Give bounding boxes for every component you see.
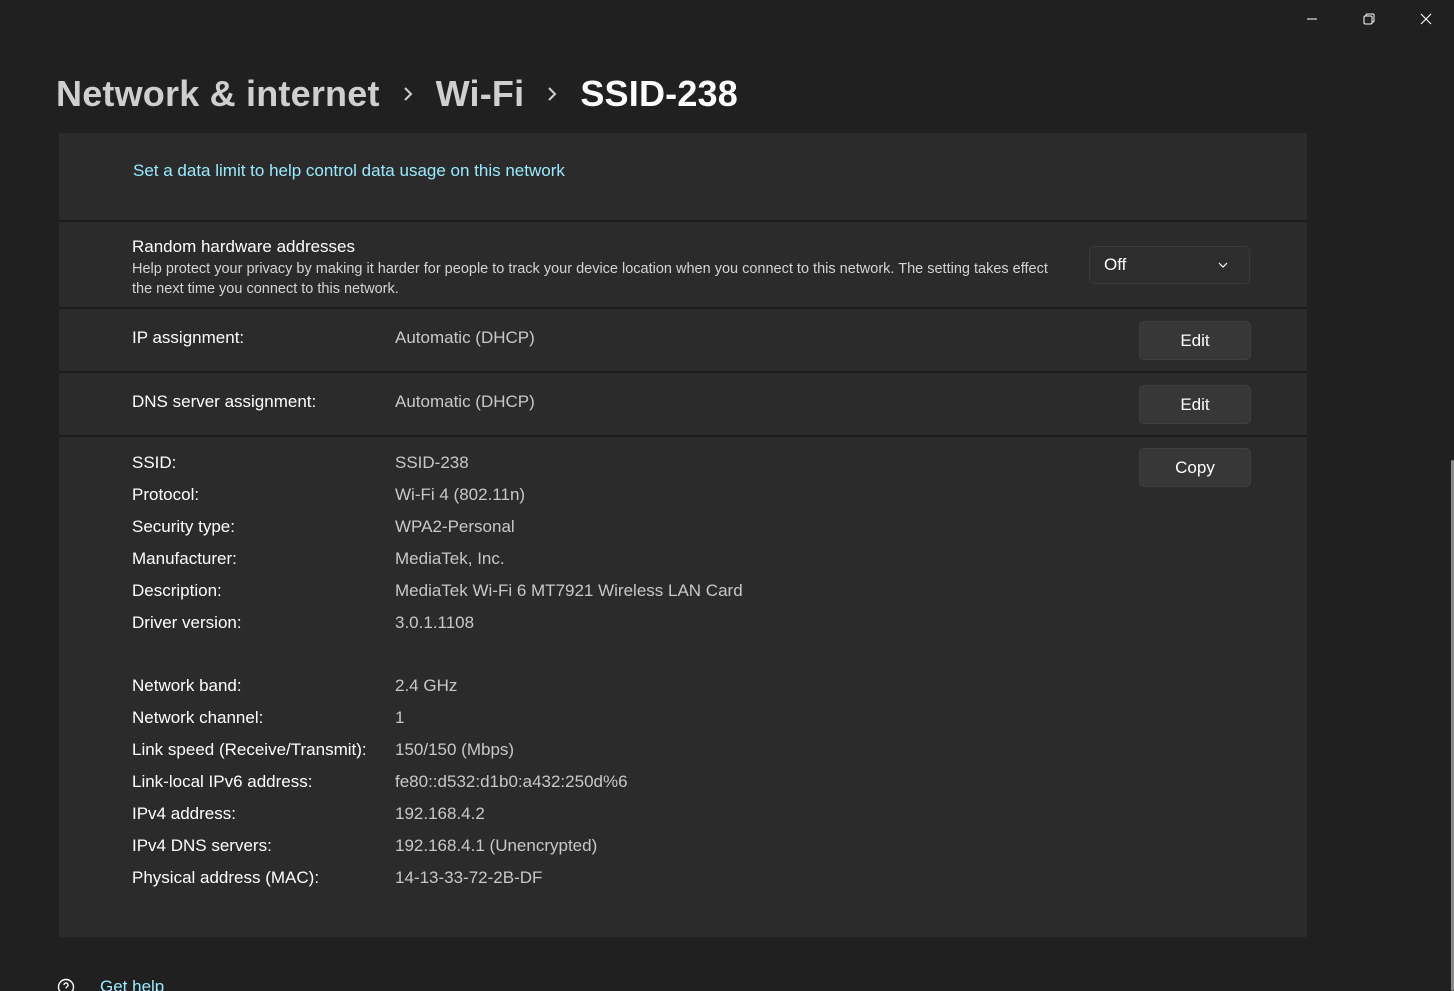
- caption-buttons: [1283, 0, 1454, 40]
- property-key: Security type:: [132, 517, 235, 536]
- property-key: Manufacturer:: [132, 549, 237, 568]
- random-hardware-addresses-title: Random hardware addresses: [132, 237, 356, 256]
- property-key: Link-local IPv6 address:: [132, 772, 313, 791]
- data-limit-card: Set a data limit to help control data us…: [59, 133, 1307, 220]
- dns-assignment-card: DNS server assignment: Automatic (DHCP) …: [59, 373, 1307, 435]
- property-row: IPv4 address: 192.168.4.2: [132, 804, 485, 828]
- settings-window: Network & internet Wi-Fi SSID-238 Set a …: [0, 0, 1454, 991]
- property-value: 192.168.4.2: [395, 804, 485, 823]
- property-row: Network band: 2.4 GHz: [132, 676, 457, 700]
- property-value: MediaTek Wi-Fi 6 MT7921 Wireless LAN Car…: [395, 581, 743, 600]
- minimize-icon: [1306, 18, 1317, 20]
- property-value: MediaTek, Inc.: [395, 549, 505, 568]
- dns-assignment-label: DNS server assignment:: [132, 392, 317, 411]
- property-key: Driver version:: [132, 613, 242, 632]
- random-hardware-addresses-dropdown[interactable]: Off: [1089, 246, 1250, 284]
- property-row: Driver version: 3.0.1.1108: [132, 613, 474, 637]
- property-value: 1: [395, 708, 405, 727]
- property-key: SSID:: [132, 453, 177, 472]
- help-icon: [57, 978, 75, 991]
- properties-card: Copy SSID: SSID-238 Protocol: Wi-Fi 4 (8…: [59, 437, 1307, 937]
- breadcrumb-wifi[interactable]: Wi-Fi: [436, 73, 525, 115]
- property-value: 2.4 GHz: [395, 676, 458, 695]
- property-value: Wi-Fi 4 (802.11n): [395, 485, 526, 504]
- chevron-right-icon: [524, 86, 580, 102]
- property-row: Protocol: Wi-Fi 4 (802.11n): [132, 485, 525, 509]
- chevron-right-icon: [380, 86, 436, 102]
- property-row: Description: MediaTek Wi-Fi 6 MT7921 Wir…: [132, 581, 743, 605]
- property-key: IPv4 DNS servers:: [132, 836, 272, 855]
- property-row: IPv4 DNS servers: 192.168.4.1 (Unencrypt…: [132, 836, 597, 860]
- property-row: Manufacturer: MediaTek, Inc.: [132, 549, 505, 573]
- restore-button[interactable]: [1340, 0, 1397, 38]
- breadcrumb-network-internet[interactable]: Network & internet: [56, 73, 380, 115]
- property-key: Network band:: [132, 676, 242, 695]
- ip-assignment-value: Automatic (DHCP): [395, 328, 535, 347]
- copy-properties-button[interactable]: Copy: [1139, 448, 1251, 487]
- property-row: Physical address (MAC): 14-13-33-72-2B-D…: [132, 868, 542, 892]
- restore-icon: [1363, 13, 1374, 25]
- property-row: Link-local IPv6 address: fe80::d532:d1b0…: [132, 772, 628, 796]
- ip-assignment-label: IP assignment:: [132, 328, 245, 347]
- breadcrumb: Network & internet Wi-Fi SSID-238: [56, 70, 738, 118]
- dropdown-selected-value: Off: [1104, 255, 1127, 274]
- get-help-label: Get help: [100, 977, 165, 991]
- dns-assignment-edit-button[interactable]: Edit: [1139, 385, 1251, 424]
- minimize-button[interactable]: [1283, 0, 1340, 38]
- property-key: Physical address (MAC):: [132, 868, 320, 887]
- get-help-link[interactable]: Get help: [56, 976, 164, 991]
- property-row: Network channel: 1: [132, 708, 404, 732]
- property-key: IPv4 address:: [132, 804, 236, 823]
- property-key: Network channel:: [132, 708, 264, 727]
- data-limit-link[interactable]: Set a data limit to help control data us…: [133, 161, 565, 181]
- property-row: Link speed (Receive/Transmit): 150/150 (…: [132, 740, 514, 764]
- random-hardware-addresses-description: Help protect your privacy by making it h…: [132, 261, 1048, 297]
- property-value: 3.0.1.1108: [395, 613, 475, 632]
- ip-assignment-edit-button[interactable]: Edit: [1139, 321, 1251, 360]
- property-key: Description:: [132, 581, 222, 600]
- property-value: 150/150 (Mbps): [395, 740, 515, 759]
- chevron-down-icon: [1218, 262, 1228, 268]
- page-title: SSID-238: [580, 73, 738, 114]
- property-value: SSID-238: [395, 453, 469, 472]
- close-icon: [1420, 13, 1431, 25]
- property-row: SSID: SSID-238: [132, 453, 469, 477]
- ip-assignment-card: IP assignment: Automatic (DHCP) Edit: [59, 309, 1307, 371]
- close-button[interactable]: [1397, 0, 1454, 38]
- property-value: 192.168.4.1 (Unencrypted): [395, 836, 598, 855]
- property-value: 14-13-33-72-2B-DF: [395, 868, 543, 887]
- property-row: Security type: WPA2-Personal: [132, 517, 515, 541]
- random-hardware-addresses-card: Random hardware addresses Help protect y…: [59, 222, 1307, 307]
- network-properties-panel: Set a data limit to help control data us…: [59, 133, 1307, 937]
- property-key: Link speed (Receive/Transmit):: [132, 740, 367, 759]
- dns-assignment-value: Automatic (DHCP): [395, 392, 535, 411]
- property-value: fe80::d532:d1b0:a432:250d%6: [395, 772, 628, 791]
- property-key: Protocol:: [132, 485, 200, 504]
- property-value: WPA2-Personal: [395, 517, 515, 536]
